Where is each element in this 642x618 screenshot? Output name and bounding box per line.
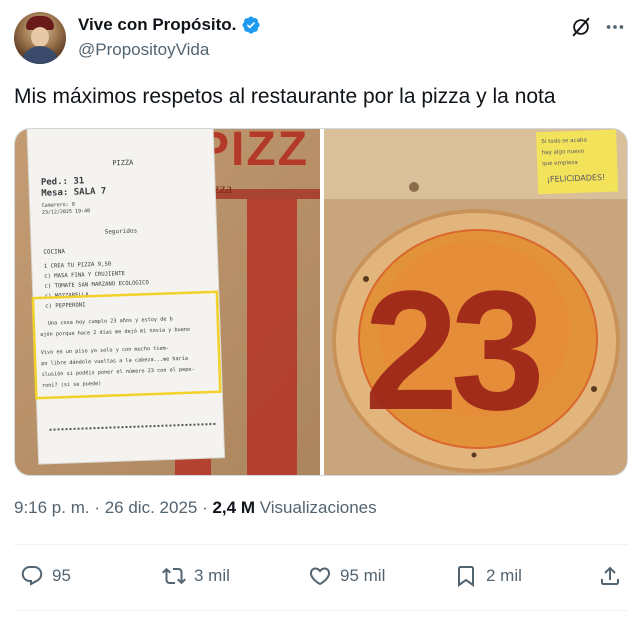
share-button[interactable] <box>598 558 622 594</box>
like-icon <box>309 567 331 586</box>
photo-receipt[interactable]: PIZZ an Pizza PIZZA Ped.: 31 Mesa: SALA … <box>15 129 320 476</box>
like-count: 95 mil <box>340 566 386 585</box>
reply-icon <box>21 566 43 586</box>
views-label: Visualizaciones <box>259 498 377 517</box>
receipt-section: Seguridos <box>105 228 138 236</box>
bookmark-count: 2 mil <box>486 566 522 585</box>
tweet-time[interactable]: 9:16 p. m. <box>14 498 90 517</box>
bookmark-button[interactable]: 2 mil <box>454 558 522 594</box>
repost-icon <box>162 567 186 585</box>
divider <box>14 544 628 545</box>
avatar[interactable] <box>14 12 66 64</box>
pizza-number: 23 <box>364 256 540 446</box>
reply-button[interactable]: 95 <box>20 558 71 594</box>
meta-separator: · <box>89 498 105 517</box>
receipt-header: PIZZA <box>112 159 134 168</box>
divider <box>14 610 628 611</box>
like-button[interactable]: 95 mil <box>308 558 385 594</box>
tweet-meta: 9:16 p. m. · 26 dic. 2025 · 2,4 M Visual… <box>14 498 377 518</box>
tweet-date[interactable]: 26 dic. 2025 <box>105 498 198 517</box>
receipt-ped: Ped.: 31 <box>41 176 85 188</box>
repost-button[interactable]: 3 mil <box>162 558 230 594</box>
views-count: 2,4 M <box>212 498 255 517</box>
verified-badge-icon <box>242 16 260 34</box>
sticky-line: que empieza <box>542 160 578 167</box>
meta-separator: · <box>197 498 213 517</box>
tweet-header: Vive con Propósito. @PropositoyVida <box>14 10 628 64</box>
share-icon <box>601 566 619 585</box>
photo-pizza[interactable]: Si todo se acaba hay algo nuevo que empi… <box>324 129 628 476</box>
tweet-text: Mis máximos respetos al restaurante por … <box>14 85 556 108</box>
repost-count: 3 mil <box>194 566 230 585</box>
reply-count: 95 <box>52 566 71 585</box>
author-names: Vive con Propósito. @PropositoyVida <box>78 14 261 60</box>
bookmark-icon <box>458 566 474 587</box>
action-bar: 95 3 mil 95 mil 2 mil <box>14 558 628 594</box>
receipt-cocina: COCINA <box>43 248 65 256</box>
grok-icon[interactable] <box>570 16 592 38</box>
author-handle[interactable]: @PropositoyVida <box>78 40 261 60</box>
more-icon[interactable] <box>604 16 626 38</box>
author-display-name[interactable]: Vive con Propósito. <box>78 15 236 35</box>
receipt-subline: Camarero: 0 <box>42 202 75 209</box>
author-display-name-row[interactable]: Vive con Propósito. <box>78 14 261 36</box>
tweet-media[interactable]: PIZZ an Pizza PIZZA Ped.: 31 Mesa: SALA … <box>14 128 628 476</box>
